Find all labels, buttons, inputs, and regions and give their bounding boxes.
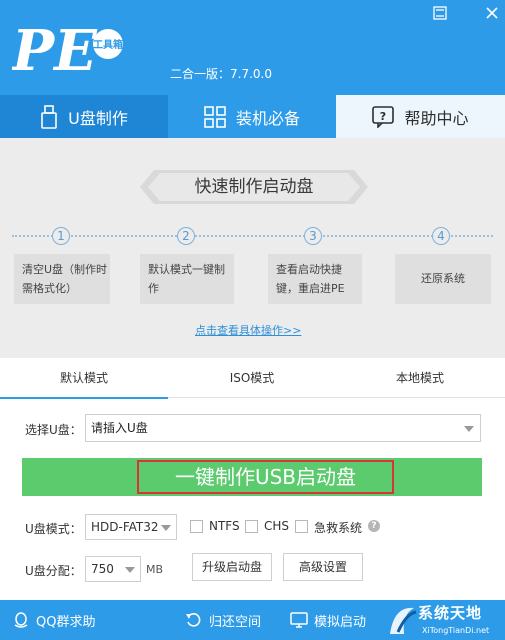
tab-local-mode[interactable]: 本地模式: [336, 358, 504, 398]
chevron-down-icon: [125, 567, 135, 573]
footer-label: 模拟启动: [314, 614, 367, 630]
step-box-4: 还原系统: [395, 254, 491, 304]
tab-label: 帮助中心: [404, 108, 469, 128]
simulate-boot-button[interactable]: 模拟启动: [290, 600, 366, 640]
footer-label: QQ群求助: [36, 614, 96, 630]
close-icon: [486, 7, 498, 19]
tab-help-center[interactable]: ? 帮助中心: [336, 95, 505, 138]
tab-label: 装机必备: [235, 108, 300, 128]
partition-unit: MB: [146, 563, 164, 576]
filesystem-select[interactable]: HDD-FAT32: [85, 514, 177, 540]
ntfs-checkbox[interactable]: [190, 520, 203, 533]
step-number-4: 4: [432, 227, 450, 245]
main-nav: U盘制作 装机必备 ? 帮助中心: [0, 95, 505, 138]
step-box-2: 默认模式一键制作: [140, 254, 234, 304]
tab-iso-mode[interactable]: ISO模式: [168, 358, 336, 398]
help-icon: ?: [372, 105, 395, 128]
usb-mode-label: U盘模式：: [25, 522, 82, 536]
filesystem-value: HDD-FAT32: [91, 520, 159, 534]
step-box-3: 查看启动快捷键，重启进PE: [268, 254, 362, 304]
view-details-link[interactable]: 点击查看具体操作>>: [195, 322, 301, 338]
rescue-system-checkbox[interactable]: [295, 520, 308, 533]
upgrade-boot-disk-button[interactable]: 升级启动盘: [192, 553, 272, 581]
version-label: 二合一版：7.7.0.0: [170, 67, 272, 81]
make-usb-button[interactable]: 一键制作USB启动盘: [137, 460, 394, 494]
tutorial-title: 快速制作启动盘: [194, 177, 314, 197]
title-bar: PE 工具箱 二合一版：7.7.0.0: [0, 0, 505, 95]
usb-select-label: 选择U盘：: [25, 423, 82, 437]
partition-size-value: 750: [91, 562, 114, 576]
chs-checkbox[interactable]: [245, 520, 258, 533]
qq-icon: [14, 612, 28, 628]
tutorial-panel: 快速制作启动盘 1 2 3 4 清空U盘（制作时需格式化） 默认模式一键制作 查…: [0, 138, 505, 358]
close-button[interactable]: [484, 6, 500, 20]
footer-label: 归还空间: [209, 614, 262, 630]
step-number-3: 3: [304, 227, 322, 245]
rescue-system-label: 急救系统: [314, 521, 363, 535]
step-number-2: 2: [177, 227, 195, 245]
chevron-down-icon: [464, 426, 474, 432]
step-box-1: 清空U盘（制作时需格式化）: [14, 254, 110, 304]
partition-label: U盘分配：: [25, 564, 82, 578]
brand-url: XiTongTianDi.net: [422, 626, 490, 635]
usb-select-value: 请插入U盘: [91, 421, 148, 435]
restore-icon: [186, 613, 201, 627]
minimize-button[interactable]: [432, 6, 448, 20]
step-connector: [12, 235, 493, 237]
partition-size-select[interactable]: 750: [85, 556, 141, 582]
tab-label: U盘制作: [68, 108, 128, 128]
logo-text: PE: [12, 18, 98, 76]
advanced-settings-button[interactable]: 高级设置: [283, 553, 363, 581]
usb-drive-icon: [41, 104, 57, 129]
pe-logo: PE 工具箱: [12, 18, 123, 76]
logo-badge: 工具箱: [93, 38, 123, 51]
chevron-down-icon: [161, 525, 171, 531]
step-number-1: 1: [52, 227, 70, 245]
usb-select-dropdown[interactable]: 请插入U盘: [85, 414, 481, 442]
tab-usb-make[interactable]: U盘制作: [0, 95, 168, 138]
monitor-icon: [290, 612, 308, 628]
minimize-icon: [433, 6, 447, 20]
tab-install-essentials[interactable]: 装机必备: [168, 95, 336, 138]
restore-space-button[interactable]: 归还空间: [185, 600, 261, 640]
ntfs-label: NTFS: [209, 519, 240, 533]
chs-label: CHS: [264, 519, 290, 533]
grid-icon: [204, 105, 226, 128]
tab-default-mode[interactable]: 默认模式: [0, 358, 168, 399]
question-icon[interactable]: ?: [368, 520, 380, 532]
svg-text:?: ?: [380, 110, 386, 123]
qq-group-help-button[interactable]: QQ群求助: [12, 600, 95, 640]
mode-tabs: 默认模式 ISO模式 本地模式: [0, 358, 505, 399]
brand-name: 系统天地: [418, 604, 483, 622]
